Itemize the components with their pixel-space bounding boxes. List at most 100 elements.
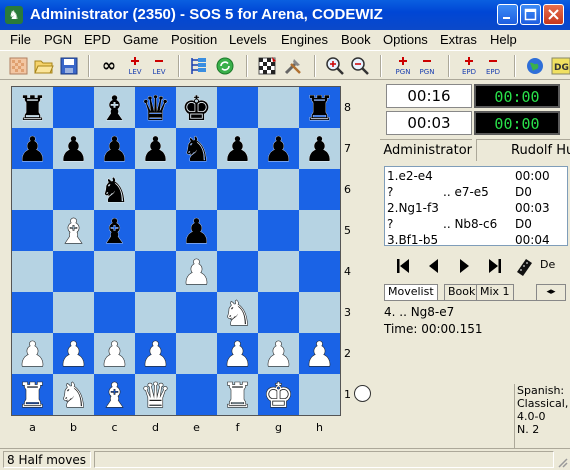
square-e2[interactable] xyxy=(176,333,217,374)
square-f8[interactable] xyxy=(217,87,258,128)
epd-plus-icon[interactable]: EPD xyxy=(458,55,480,77)
white-pawn-icon[interactable]: ♟ xyxy=(135,333,176,375)
square-h3[interactable] xyxy=(299,292,340,333)
black-rook-icon[interactable]: ♜ xyxy=(299,87,340,130)
square-d7[interactable]: ♟ xyxy=(135,128,176,171)
white-pawn-icon[interactable]: ♟ xyxy=(299,333,340,375)
black-pawn-icon[interactable]: ♟ xyxy=(94,128,135,171)
menu-options[interactable]: Options xyxy=(383,32,428,47)
square-c3[interactable] xyxy=(94,292,135,333)
tab-scroll-button[interactable]: ◂▸ xyxy=(536,284,566,301)
first-move-button[interactable] xyxy=(392,254,416,278)
square-c1[interactable]: ♝ xyxy=(94,374,135,417)
square-f7[interactable]: ♟ xyxy=(217,128,258,171)
square-d1[interactable]: ♛ xyxy=(135,374,176,417)
square-g6[interactable] xyxy=(258,169,299,210)
square-f6[interactable] xyxy=(217,169,258,210)
black-pawn-icon[interactable]: ♟ xyxy=(176,210,217,253)
minimize-button[interactable] xyxy=(497,4,518,25)
square-a2[interactable]: ♟ xyxy=(12,333,53,376)
pgn-plus-icon[interactable]: PGN xyxy=(392,55,414,77)
white-queen-icon[interactable]: ♛ xyxy=(135,374,176,416)
square-g8[interactable] xyxy=(258,87,299,128)
white-bishop-icon[interactable]: ♝ xyxy=(94,374,135,416)
square-a4[interactable] xyxy=(12,251,53,292)
white-pawn-icon[interactable]: ♟ xyxy=(258,333,299,375)
square-b2[interactable]: ♟ xyxy=(53,333,94,376)
square-e1[interactable] xyxy=(176,374,217,415)
black-bishop-icon[interactable]: ♝ xyxy=(94,87,135,130)
white-pawn-icon[interactable]: ♟ xyxy=(94,333,135,375)
square-h1[interactable] xyxy=(299,374,340,415)
square-h5[interactable] xyxy=(299,210,340,251)
square-f3[interactable]: ♞ xyxy=(217,292,258,335)
open-folder-icon[interactable] xyxy=(33,55,55,77)
square-c5[interactable]: ♝ xyxy=(94,210,135,253)
tab-mix[interactable]: Mix 1 xyxy=(476,284,514,300)
square-b7[interactable]: ♟ xyxy=(53,128,94,171)
square-d5[interactable] xyxy=(135,210,176,251)
black-rook-icon[interactable]: ♜ xyxy=(12,87,53,130)
maximize-button[interactable] xyxy=(520,4,541,25)
square-d4[interactable] xyxy=(135,251,176,292)
square-a5[interactable] xyxy=(12,210,53,251)
square-e8[interactable]: ♚ xyxy=(176,87,217,129)
square-h2[interactable]: ♟ xyxy=(299,333,340,376)
square-b5[interactable]: ♝ xyxy=(53,210,94,253)
menu-extras[interactable]: Extras xyxy=(440,32,477,47)
square-f5[interactable] xyxy=(217,210,258,251)
black-pawn-icon[interactable]: ♟ xyxy=(135,128,176,171)
white-bishop-icon[interactable]: ♝ xyxy=(53,210,94,252)
menu-game[interactable]: Game xyxy=(123,32,158,47)
refresh-icon[interactable] xyxy=(214,55,236,77)
square-f2[interactable]: ♟ xyxy=(217,333,258,376)
black-pawn-icon[interactable]: ♟ xyxy=(299,128,340,171)
zoom-out-icon[interactable] xyxy=(349,55,371,77)
tab-book[interactable]: Book xyxy=(444,284,480,300)
last-move-button[interactable] xyxy=(482,254,506,278)
square-f1[interactable]: ♜ xyxy=(217,374,258,417)
black-pawn-icon[interactable]: ♟ xyxy=(258,128,299,171)
white-pawn-icon[interactable]: ♟ xyxy=(53,333,94,375)
black-bishop-icon[interactable]: ♝ xyxy=(94,210,135,253)
square-d3[interactable] xyxy=(135,292,176,333)
square-e6[interactable] xyxy=(176,169,217,210)
square-g4[interactable] xyxy=(258,251,299,292)
white-knight-icon[interactable]: ♞ xyxy=(217,292,258,334)
menu-help[interactable]: Help xyxy=(490,32,517,47)
next-move-button[interactable] xyxy=(452,254,476,278)
tab-movelist[interactable]: Movelist xyxy=(384,284,438,300)
menu-levels[interactable]: Levels xyxy=(229,32,267,47)
square-b4[interactable] xyxy=(53,251,94,292)
new-position-icon[interactable] xyxy=(8,55,30,77)
menu-pgn[interactable]: PGN xyxy=(44,32,72,47)
square-a8[interactable]: ♜ xyxy=(12,87,53,130)
square-b8[interactable] xyxy=(53,87,94,128)
square-h8[interactable]: ♜ xyxy=(299,87,340,130)
square-a6[interactable] xyxy=(12,169,53,210)
black-pawn-icon[interactable]: ♟ xyxy=(53,128,94,171)
square-c2[interactable]: ♟ xyxy=(94,333,135,376)
square-g2[interactable]: ♟ xyxy=(258,333,299,376)
square-g5[interactable] xyxy=(258,210,299,251)
white-pawn-icon[interactable]: ♟ xyxy=(217,333,258,375)
square-b6[interactable] xyxy=(53,169,94,210)
square-h6[interactable] xyxy=(299,169,340,210)
black-pawn-icon[interactable]: ♟ xyxy=(217,128,258,171)
black-queen-icon[interactable]: ♛ xyxy=(135,87,176,130)
black-knight-icon[interactable]: ♞ xyxy=(94,169,135,212)
epd-minus-icon[interactable]: EPD xyxy=(482,55,504,77)
square-d2[interactable]: ♟ xyxy=(135,333,176,376)
zoom-in-icon[interactable] xyxy=(324,55,346,77)
square-c7[interactable]: ♟ xyxy=(94,128,135,171)
square-d8[interactable]: ♛ xyxy=(135,87,176,130)
level-plus-icon[interactable]: LEV xyxy=(124,55,146,77)
square-c6[interactable]: ♞ xyxy=(94,169,135,212)
white-pawn-icon[interactable]: ♟ xyxy=(12,333,53,375)
pgn-minus-icon[interactable]: PGN xyxy=(416,55,438,77)
engine-move-button[interactable] xyxy=(514,254,538,278)
close-button[interactable] xyxy=(543,4,564,25)
square-f4[interactable] xyxy=(217,251,258,292)
square-e4[interactable]: ♟ xyxy=(176,251,217,294)
move-list-icon[interactable] xyxy=(188,55,210,77)
